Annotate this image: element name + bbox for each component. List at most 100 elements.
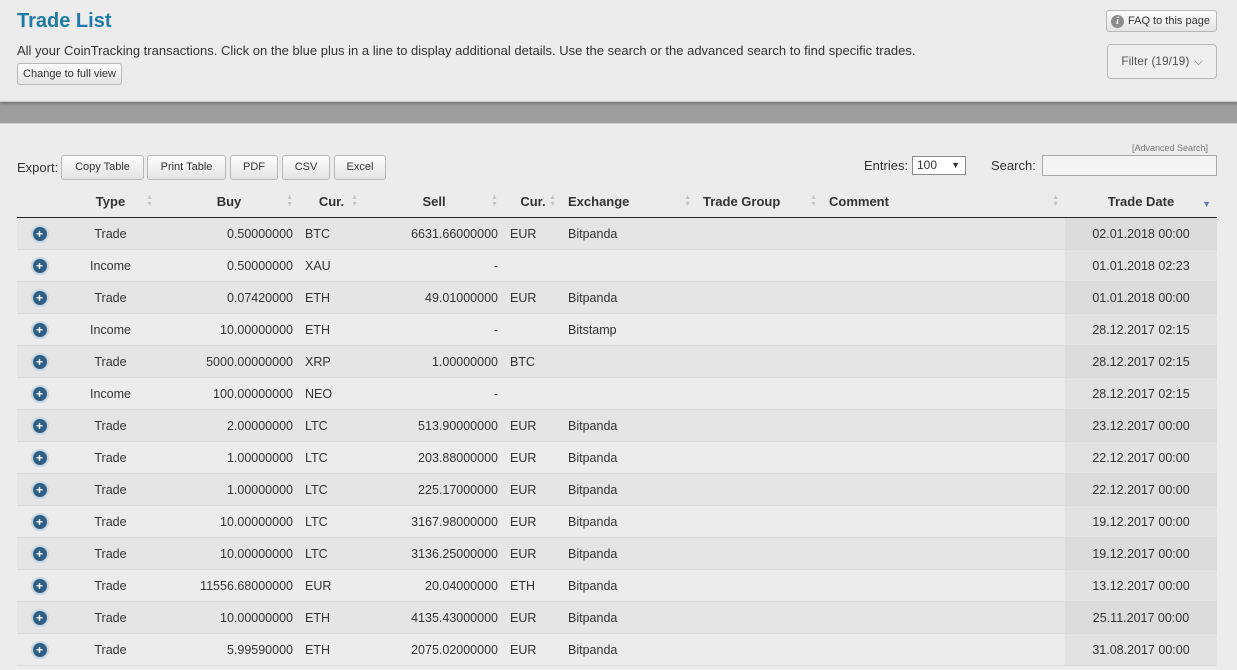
buy-currency-cell: LTC [299,473,364,506]
trade-type-cell: Trade [62,473,159,506]
search-input[interactable] [1042,155,1217,176]
trade-type-cell: Trade [62,505,159,538]
table-row: + Trade 10.00000000 LTC 3136.25000000 EUR Bitp… [17,537,1217,570]
comment-cell [823,601,1065,634]
expand-plus-icon[interactable]: + [30,352,49,371]
trade-group-cell [697,409,823,442]
expand-plus-icon[interactable]: + [30,576,49,595]
expand-plus-icon[interactable]: + [30,384,49,403]
trade-type-cell: Trade [62,345,159,378]
comment-cell [823,249,1065,282]
exchange-cell: Bitpanda [562,601,697,634]
col-header-exchange[interactable]: Exchange ▲ ▼ [562,186,697,218]
filter-dropdown[interactable]: Filter (19/19) ⌵ [1107,44,1217,79]
trade-group-cell [697,249,823,282]
trade-group-cell [697,633,823,666]
change-to-full-view-button[interactable]: Change to full view [17,63,122,85]
exchange-cell: Bitpanda [562,409,697,442]
buy-amount-cell: 1.00000000 [159,473,299,506]
exchange-cell: Bitpanda [562,281,697,314]
expand-cell: + [17,377,62,410]
faq-button[interactable]: i FAQ to this page [1106,10,1217,32]
expand-plus-icon[interactable]: + [30,320,49,339]
csv-button[interactable]: CSV [282,155,330,180]
sell-currency-cell: EUR [504,217,562,250]
trade-type-cell: Trade [62,409,159,442]
excel-button[interactable]: Excel [334,155,386,180]
col-header-sell-currency[interactable]: Cur. ▲ ▼ [504,186,562,218]
buy-currency-cell: XRP [299,345,364,378]
expand-plus-icon[interactable]: + [30,544,49,563]
table-row: + Trade 10.00000000 ETH 4135.43000000 EUR Bitp… [17,601,1217,634]
exchange-cell: Bitpanda [562,441,697,474]
trade-date-cell: 13.12.2017 00:00 [1065,569,1217,602]
table-row: + Trade 11556.68000000 EUR 20.04000000 ETH Bit… [17,569,1217,602]
copy-table-button[interactable]: Copy Table [61,155,144,180]
expand-plus-icon[interactable]: + [30,224,49,243]
exchange-cell: Bitpanda [562,537,697,570]
expand-plus-icon[interactable]: + [30,416,49,435]
expand-plus-icon[interactable]: + [30,256,49,275]
sort-descending-icon: ▼ [1202,199,1211,209]
sell-amount-cell: - [364,249,504,282]
expand-cell: + [17,537,62,570]
expand-plus-icon[interactable]: + [30,512,49,531]
buy-amount-cell: 10.00000000 [159,313,299,346]
trade-date-cell: 19.12.2017 00:00 [1065,537,1217,570]
table-row: + Trade 1.00000000 LTC 203.88000000 EUR Bitpan… [17,441,1217,474]
entries-select[interactable]: 100 ▼ [912,156,966,175]
buy-currency-cell: LTC [299,409,364,442]
table-row: + Income 0.50000000 XAU - 01.01.2018 02:23 [17,249,1217,282]
filter-label: Filter (19/19) [1121,54,1190,68]
table-row: + Trade 10.00000000 LTC 3167.98000000 EUR Bitp… [17,505,1217,538]
expand-plus-icon[interactable]: + [30,448,49,467]
expand-plus-icon[interactable]: + [30,608,49,627]
buy-currency-cell: ETH [299,601,364,634]
col-header-type[interactable]: Type ▲ ▼ [62,186,159,218]
expand-plus-icon[interactable]: + [30,480,49,499]
comment-cell [823,537,1065,570]
col-header-buy[interactable]: Buy ▲ ▼ [159,186,299,218]
trade-group-cell [697,377,823,410]
buy-amount-cell: 11556.68000000 [159,569,299,602]
sell-currency-cell: ETH [504,569,562,602]
trade-group-cell [697,505,823,538]
pdf-button[interactable]: PDF [230,155,278,180]
trade-type-cell: Trade [62,281,159,314]
advanced-search-link[interactable]: [Advanced Search] [1132,143,1208,153]
exchange-cell: Bitpanda [562,217,697,250]
expand-plus-icon[interactable]: + [30,640,49,659]
expand-cell: + [17,249,62,282]
comment-cell [823,409,1065,442]
buy-amount-cell: 2.00000000 [159,409,299,442]
entries-label: Entries: [864,158,909,173]
buy-amount-cell: 5.99590000 [159,633,299,666]
trade-type-cell: Income [62,249,159,282]
table-row: + Trade 5.99590000 ETH 2075.02000000 EUR Bitpa… [17,633,1217,666]
trade-type-cell: Trade [62,217,159,250]
search-label: Search: [991,158,1036,173]
trade-group-cell [697,217,823,250]
expand-plus-icon[interactable]: + [30,288,49,307]
exchange-cell: Bitpanda [562,505,697,538]
exchange-cell [562,249,697,282]
sell-currency-cell: BTC [504,345,562,378]
trades-table: Type ▲ ▼ Buy ▲ ▼ Cur. ▲ ▼ Sell ▲ ▼ Cur. ▲ ▼ Exchan… [17,186,1217,666]
expand-cell: + [17,441,62,474]
trade-group-cell [697,569,823,602]
sell-currency-cell: EUR [504,409,562,442]
col-header-comment[interactable]: Comment ▲ ▼ [823,186,1065,218]
col-header-trade-date[interactable]: Trade Date ▼ [1065,186,1217,218]
comment-cell [823,217,1065,250]
buy-amount-cell: 10.00000000 [159,601,299,634]
buy-amount-cell: 0.50000000 [159,249,299,282]
col-header-trade-group[interactable]: Trade Group ▲ ▼ [697,186,823,218]
col-header-buy-currency[interactable]: Cur. ▲ ▼ [299,186,364,218]
print-table-button[interactable]: Print Table [147,155,226,180]
expand-cell: + [17,345,62,378]
trade-date-cell: 01.01.2018 02:23 [1065,249,1217,282]
sell-amount-cell: 203.88000000 [364,441,504,474]
sell-currency-cell: EUR [504,441,562,474]
col-header-sell[interactable]: Sell ▲ ▼ [364,186,504,218]
buy-currency-cell: XAU [299,249,364,282]
